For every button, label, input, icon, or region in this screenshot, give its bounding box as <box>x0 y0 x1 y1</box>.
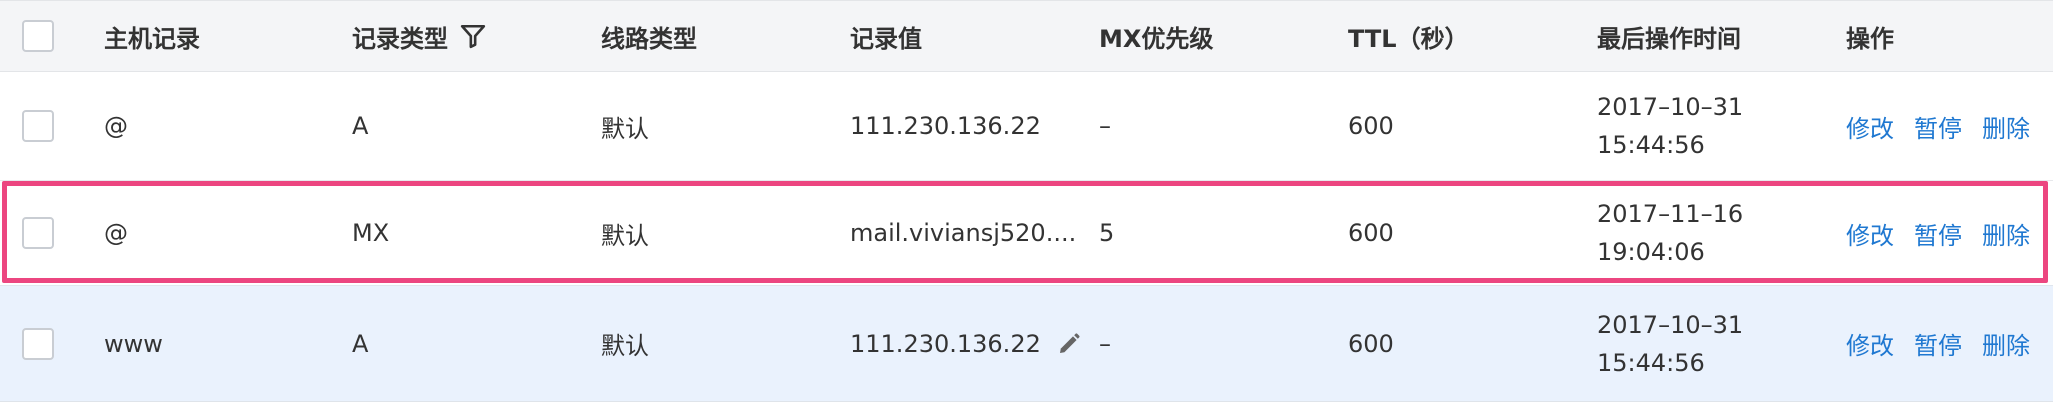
pause-link[interactable]: 暂停 <box>1914 216 1962 251</box>
table-header: 主机记录 记录类型 线路类型 记录值 MX优先级 TTL（秒） 最后操作时间 操… <box>0 0 2053 72</box>
line-cell: 默认 <box>601 332 649 360</box>
value-cell: 111.230.136.22 <box>850 112 1041 140</box>
header-ops: 操作 <box>1846 24 1894 53</box>
type-cell: MX <box>352 219 390 247</box>
table-row: @ MX 默认 mail.viviansj520.... 5 600 2017–… <box>0 181 2053 285</box>
select-all-cell <box>22 1 54 71</box>
date-text: 2017–11–16 <box>1597 200 1744 228</box>
pause-link[interactable]: 暂停 <box>1914 326 1962 361</box>
filter-icon[interactable] <box>460 23 486 49</box>
ops-cell: 修改 暂停 删除 <box>1846 181 2030 285</box>
header-time: 最后操作时间 <box>1597 1 1741 71</box>
value-cell: 111.230.136.22 <box>850 286 1081 401</box>
host-cell: @ <box>104 112 128 140</box>
edit-link[interactable]: 修改 <box>1846 326 1894 361</box>
delete-link[interactable]: 删除 <box>1982 216 2030 251</box>
time-text: 15:44:56 <box>1597 131 1705 159</box>
value-text: 111.230.136.22 <box>850 329 1041 358</box>
time-cell: 2017–10–31 15:44:56 <box>1597 72 1743 180</box>
time-text: 15:44:56 <box>1597 348 1705 377</box>
table-row: www A 默认 111.230.136.22 – 600 2017–10–31… <box>0 285 2053 402</box>
header-value: 记录值 <box>850 24 922 53</box>
select-all-checkbox[interactable] <box>22 20 54 52</box>
row-checkbox-cell <box>22 181 54 285</box>
header-type[interactable]: 记录类型 <box>352 1 486 71</box>
delete-link[interactable]: 删除 <box>1982 326 2030 361</box>
line-cell: 默认 <box>601 114 649 143</box>
ops-cell: 修改 暂停 删除 <box>1846 286 2030 401</box>
edit-link[interactable]: 修改 <box>1846 109 1894 144</box>
row-checkbox[interactable] <box>22 110 54 142</box>
date-text: 2017–10–31 <box>1597 93 1744 121</box>
row-checkbox[interactable] <box>22 217 54 249</box>
dns-records-table: 主机记录 记录类型 线路类型 记录值 MX优先级 TTL（秒） 最后操作时间 操… <box>0 0 2053 402</box>
value-cell: mail.viviansj520.... <box>850 219 1077 247</box>
date-text: 2017–10–31 <box>1597 310 1744 339</box>
time-cell: 2017–10–31 15:44:56 <box>1597 286 1743 401</box>
ops-cell: 修改 暂停 删除 <box>1846 72 2030 180</box>
table-row: @ A 默认 111.230.136.22 – 600 2017–10–31 1… <box>0 72 2053 181</box>
edit-link[interactable]: 修改 <box>1846 216 1894 251</box>
ttl-cell: 600 <box>1348 329 1394 358</box>
mx-cell: 5 <box>1099 219 1115 247</box>
ttl-cell: 600 <box>1348 112 1394 140</box>
header-line: 线路类型 <box>601 24 697 53</box>
host-cell: www <box>104 329 163 358</box>
time-text: 19:04:06 <box>1597 238 1705 266</box>
type-cell: A <box>352 329 369 358</box>
delete-link[interactable]: 删除 <box>1982 109 2030 144</box>
ttl-cell: 600 <box>1348 219 1394 247</box>
row-checkbox-cell <box>22 72 54 180</box>
time-cell: 2017–11–16 19:04:06 <box>1597 181 1743 285</box>
row-checkbox[interactable] <box>22 327 54 360</box>
pencil-icon[interactable] <box>1057 332 1081 356</box>
header-host: 主机记录 <box>104 24 200 53</box>
mx-cell: – <box>1099 329 1111 358</box>
mx-cell: – <box>1099 112 1111 140</box>
line-cell: 默认 <box>601 221 649 250</box>
row-checkbox-cell <box>22 286 54 401</box>
header-time-label: 最后操作时间 <box>1597 24 1741 53</box>
header-ttl: TTL（秒） <box>1348 24 1469 53</box>
header-type-label: 记录类型 <box>352 24 448 53</box>
type-cell: A <box>352 112 369 140</box>
pause-link[interactable]: 暂停 <box>1914 109 1962 144</box>
host-cell: @ <box>104 219 128 247</box>
header-mx: MX优先级 <box>1099 24 1214 53</box>
